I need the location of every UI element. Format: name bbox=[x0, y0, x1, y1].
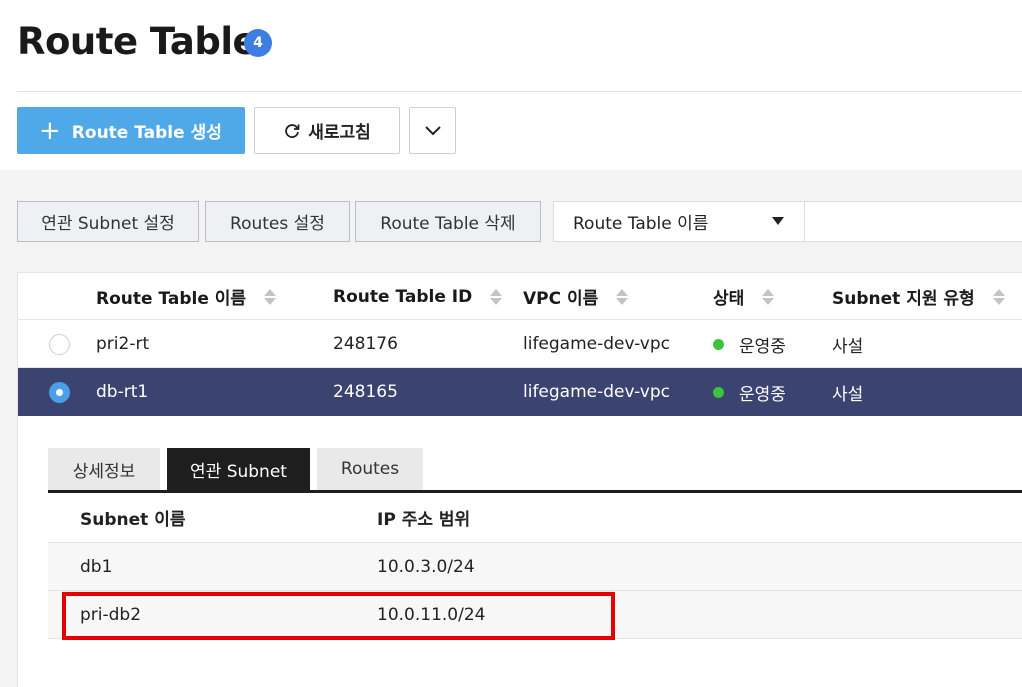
count-badge: 4 bbox=[244, 29, 272, 57]
subnet-type: 사설 bbox=[832, 336, 864, 357]
status-cell: 운영중 bbox=[713, 368, 786, 416]
search-field-select[interactable]: Route Table 이름 bbox=[553, 201, 805, 242]
header-divider bbox=[17, 91, 1022, 92]
column-header-name[interactable]: Route Table 이름 bbox=[96, 273, 277, 320]
refresh-button[interactable]: 새로고침 bbox=[254, 107, 400, 154]
routes-setting-button[interactable]: Routes 설정 bbox=[205, 201, 350, 242]
vpc-name: lifegame-dev-vpc bbox=[523, 334, 670, 354]
route-table-name: db-rt1 bbox=[96, 382, 149, 402]
search-input[interactable] bbox=[804, 201, 1022, 242]
table-row-selected[interactable]: db-rt1 248165 lifegame-dev-vpc 운영중 사설 bbox=[18, 368, 1022, 416]
chevron-down-icon bbox=[424, 125, 441, 135]
ip-range: 10.0.11.0/24 bbox=[377, 604, 486, 625]
subnet-row: db1 10.0.3.0/24 bbox=[48, 543, 1022, 591]
refresh-button-label: 새로고침 bbox=[308, 123, 371, 143]
delete-route-table-button[interactable]: Route Table 삭제 bbox=[355, 201, 541, 242]
column-header-ip-range: IP 주소 범위 bbox=[377, 510, 471, 530]
content-area: 연관 Subnet 설정 Routes 설정 Route Table 삭제 Ro… bbox=[0, 170, 1022, 687]
route-table-id: 248165 bbox=[333, 382, 398, 402]
subnet-name: db1 bbox=[80, 556, 113, 577]
sort-icon[interactable] bbox=[992, 288, 1005, 306]
status-dot-icon bbox=[713, 386, 724, 398]
column-header-subnet-type[interactable]: Subnet 지원 유형 bbox=[832, 273, 1005, 320]
subnet-name: pri-db2 bbox=[80, 604, 142, 625]
page-header: Route Table 4 + Route Table 생성 새로고침 bbox=[0, 0, 1022, 170]
route-table-id: 248176 bbox=[333, 334, 398, 354]
sort-icon[interactable] bbox=[264, 288, 277, 306]
subnet-type: 사설 bbox=[832, 384, 864, 405]
sort-icon[interactable] bbox=[762, 288, 775, 306]
tab-details[interactable]: 상세정보 bbox=[48, 448, 160, 490]
vpc-name: lifegame-dev-vpc bbox=[523, 382, 670, 402]
caret-down-icon bbox=[772, 217, 784, 225]
status-text: 운영중 bbox=[739, 384, 786, 405]
page-title: Route Table bbox=[17, 20, 258, 63]
route-table-list: Route Table 이름 Route Table ID VPC 이름 상태 … bbox=[17, 272, 1022, 687]
associate-subnet-button[interactable]: 연관 Subnet 설정 bbox=[17, 201, 199, 242]
sort-icon[interactable] bbox=[616, 288, 629, 306]
column-header-status[interactable]: 상태 bbox=[713, 273, 775, 320]
tab-associated-subnet[interactable]: 연관 Subnet bbox=[167, 448, 310, 490]
create-route-table-button[interactable]: + Route Table 생성 bbox=[17, 107, 245, 154]
column-header-subnet-name: Subnet 이름 bbox=[80, 510, 186, 530]
status-text: 운영중 bbox=[739, 336, 786, 357]
more-menu-button[interactable] bbox=[409, 107, 456, 154]
ip-range: 10.0.3.0/24 bbox=[377, 556, 475, 577]
status-cell: 운영중 bbox=[713, 320, 786, 368]
detail-panel: 상세정보 연관 Subnet Routes Subnet 이름 IP 주소 범위… bbox=[48, 448, 1022, 687]
plus-icon: + bbox=[39, 115, 61, 146]
row-radio[interactable] bbox=[49, 334, 70, 355]
tab-routes[interactable]: Routes bbox=[317, 448, 423, 490]
search-field-label: Route Table 이름 bbox=[573, 214, 709, 234]
sort-icon[interactable] bbox=[490, 288, 503, 306]
subnet-row: pri-db2 10.0.11.0/24 bbox=[48, 591, 1022, 639]
table-row[interactable]: pri2-rt 248176 lifegame-dev-vpc 운영중 사설 bbox=[18, 320, 1022, 368]
refresh-icon bbox=[285, 123, 300, 138]
column-header-vpc[interactable]: VPC 이름 bbox=[523, 273, 629, 320]
table-header: Route Table 이름 Route Table ID VPC 이름 상태 … bbox=[18, 273, 1022, 320]
row-radio-checked[interactable] bbox=[49, 382, 70, 403]
subnet-table-header: Subnet 이름 IP 주소 범위 bbox=[48, 493, 1022, 543]
column-header-id[interactable]: Route Table ID bbox=[333, 273, 503, 320]
route-table-name: pri2-rt bbox=[96, 334, 150, 354]
create-button-label: Route Table 생성 bbox=[71, 123, 222, 143]
status-dot-icon bbox=[713, 338, 724, 350]
